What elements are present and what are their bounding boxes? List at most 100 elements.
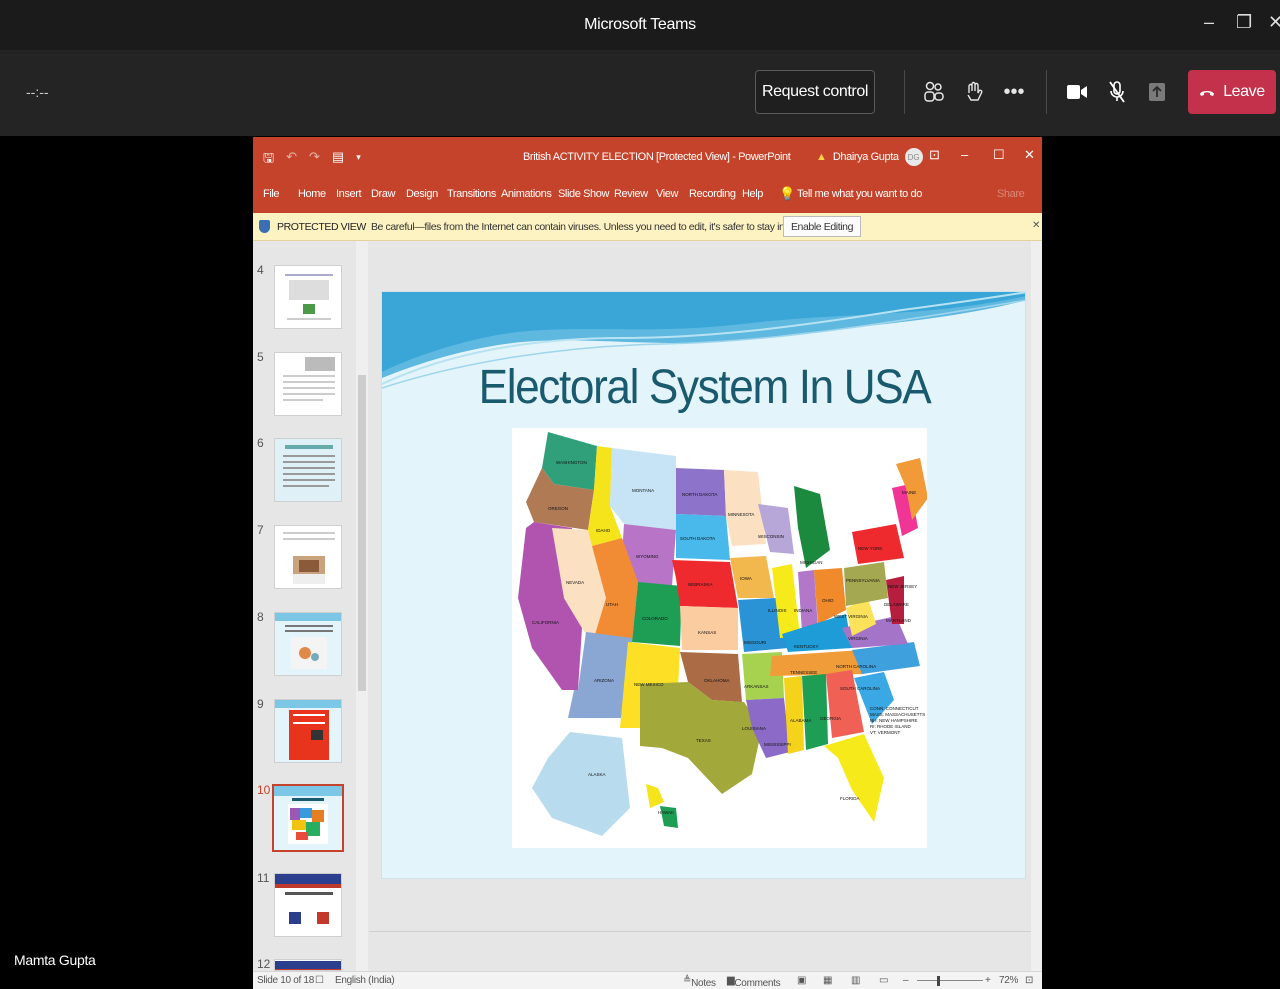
map-label: ARIZONA xyxy=(594,678,614,683)
map-legend: CONN: CONNECTICUT xyxy=(870,706,919,711)
user-name: Dhairya Gupta xyxy=(832,151,899,163)
close-icon[interactable]: ✕ xyxy=(1268,12,1280,33)
minimize-icon[interactable]: – xyxy=(1204,12,1214,33)
scroll-thumb[interactable] xyxy=(358,375,366,691)
map-label: TENNESSEE xyxy=(790,670,817,675)
leave-button[interactable]: Leave xyxy=(1188,70,1276,114)
lightbulb-icon: 💡 xyxy=(779,186,795,201)
comments-button[interactable]: ▆ Comments xyxy=(727,975,781,989)
save-icon[interactable]: 🖫 xyxy=(263,149,274,171)
us-map-image: WASHINGTON OREGON CALIFORNIA NEVADA IDAH… xyxy=(512,428,928,848)
tell-me-box[interactable]: Tell me what you want to do xyxy=(797,188,922,200)
camera-icon[interactable] xyxy=(1062,76,1092,108)
avatar: DG xyxy=(904,148,923,166)
slide-thumbnail-selected[interactable] xyxy=(272,784,344,852)
tab-file[interactable]: File xyxy=(263,188,280,200)
map-legend: MASS: MASSACHUSETTS xyxy=(870,712,925,717)
thumb-number: 11 xyxy=(257,871,270,885)
map-label: CALIFORNIA xyxy=(532,620,559,625)
request-control-button[interactable]: Request control xyxy=(755,70,875,114)
map-label: KANSAS xyxy=(698,630,716,635)
close-icon[interactable]: ✕ xyxy=(1032,220,1040,231)
tab-view[interactable]: View xyxy=(656,188,678,200)
map-label: MINNESOTA xyxy=(728,512,754,517)
zoom-in-icon[interactable]: + xyxy=(985,975,991,986)
normal-view-icon[interactable]: ▣ xyxy=(797,975,806,986)
map-label: IOWA xyxy=(740,576,752,581)
slide-thumbnail[interactable] xyxy=(274,959,342,971)
minimize-icon[interactable]: – xyxy=(961,147,968,162)
slide-thumbnail[interactable] xyxy=(274,873,342,937)
fit-slide-icon[interactable]: ⊡ xyxy=(1025,975,1033,986)
map-label: NEVADA xyxy=(566,580,584,585)
zoom-slider-thumb[interactable] xyxy=(937,976,940,986)
language-indicator[interactable]: English (India) xyxy=(335,975,395,986)
current-slide[interactable]: Electoral System In USA WASHINGTON OREGO… xyxy=(381,291,1026,879)
slideshow-icon[interactable]: ▭ xyxy=(879,975,888,986)
map-label: HAWAII xyxy=(658,810,674,815)
slide-thumbnail[interactable] xyxy=(274,525,342,589)
zoom-level[interactable]: 72% xyxy=(999,975,1018,986)
people-icon[interactable] xyxy=(919,76,949,108)
notes-button[interactable]: ≜ Notes xyxy=(683,975,716,989)
slide-thumbnail[interactable] xyxy=(274,699,342,763)
redo-icon[interactable]: ↷ xyxy=(309,149,320,171)
enable-editing-button[interactable]: Enable Editing xyxy=(783,216,861,237)
map-label: ARKANSAS xyxy=(744,684,769,689)
tab-slide-show[interactable]: Slide Show xyxy=(558,188,609,200)
thumbnail-scrollbar[interactable] xyxy=(356,241,368,971)
status-bar: Slide 10 of 18 ☐ English (India) ≜ Notes… xyxy=(253,971,1042,989)
slide-thumbnail[interactable] xyxy=(274,612,342,676)
slide-thumbnail-pane: 4 5 6 7 8 9 10 11 12 xyxy=(253,241,369,971)
maximize-icon[interactable]: ☐ xyxy=(993,147,1005,163)
zoom-slider[interactable] xyxy=(917,980,983,981)
close-icon[interactable]: ✕ xyxy=(1024,147,1035,163)
tab-recording[interactable]: Recording xyxy=(689,188,736,200)
slide-scrollbar[interactable] xyxy=(1031,241,1042,971)
mic-muted-icon[interactable] xyxy=(1102,76,1132,108)
map-legend: VT: VERMONT xyxy=(870,730,901,735)
raise-hand-icon[interactable] xyxy=(959,76,989,108)
map-label: PENNSYLVANIA xyxy=(846,578,880,583)
spellcheck-icon[interactable]: ☐ xyxy=(315,975,324,986)
tab-home[interactable]: Home xyxy=(298,188,326,200)
map-label: FLORIDA xyxy=(840,796,860,801)
slide-thumbnail[interactable] xyxy=(274,352,342,416)
tab-animations[interactable]: Animations xyxy=(501,188,552,200)
call-controls-bar: --:-- Request control ••• Leave xyxy=(0,50,1280,136)
map-label: COLORADO xyxy=(642,616,668,621)
tab-transitions[interactable]: Transitions xyxy=(447,188,496,200)
reading-view-icon[interactable]: ▥ xyxy=(851,975,860,986)
ribbon-display-icon[interactable]: ⊡ xyxy=(929,147,940,163)
zoom-out-icon[interactable]: – xyxy=(903,975,909,986)
map-label: UTAH xyxy=(606,602,618,607)
tab-design[interactable]: Design xyxy=(406,188,438,200)
map-label: OHIO xyxy=(822,598,834,603)
slide-thumbnail[interactable] xyxy=(274,265,342,329)
map-label: IDAHO xyxy=(596,528,611,533)
undo-icon[interactable]: ↶ xyxy=(286,149,297,171)
warning-icon: ▲ xyxy=(816,151,827,163)
map-label: WEST VIRGINIA xyxy=(834,614,868,619)
tab-help[interactable]: Help xyxy=(742,188,763,200)
tab-insert[interactable]: Insert xyxy=(336,188,362,200)
tab-review[interactable]: Review xyxy=(614,188,648,200)
restore-icon[interactable]: ❐ xyxy=(1236,12,1252,33)
notes-label: Notes xyxy=(691,978,716,989)
tab-draw[interactable]: Draw xyxy=(371,188,395,200)
slide-sorter-icon[interactable]: ▦ xyxy=(823,975,832,986)
phone-hangup-icon xyxy=(1200,91,1215,96)
thumb-number: 7 xyxy=(257,523,264,537)
account-area[interactable]: ▲ Dhairya Gupta DG xyxy=(816,148,923,166)
map-label: ILLINOIS xyxy=(768,608,787,613)
share-tray-icon[interactable] xyxy=(1142,76,1172,108)
customize-icon[interactable]: ▾ xyxy=(356,152,361,171)
slide-thumbnail[interactable] xyxy=(274,438,342,502)
share-button[interactable]: Share xyxy=(997,188,1025,200)
map-label: MICHIGAN xyxy=(800,560,823,565)
slide-counter: Slide 10 of 18 xyxy=(257,975,314,986)
present-icon[interactable]: ▤ xyxy=(332,149,344,171)
more-options-icon[interactable]: ••• xyxy=(999,76,1029,108)
comments-label: Comments xyxy=(734,978,781,989)
notes-area[interactable] xyxy=(369,931,1042,971)
